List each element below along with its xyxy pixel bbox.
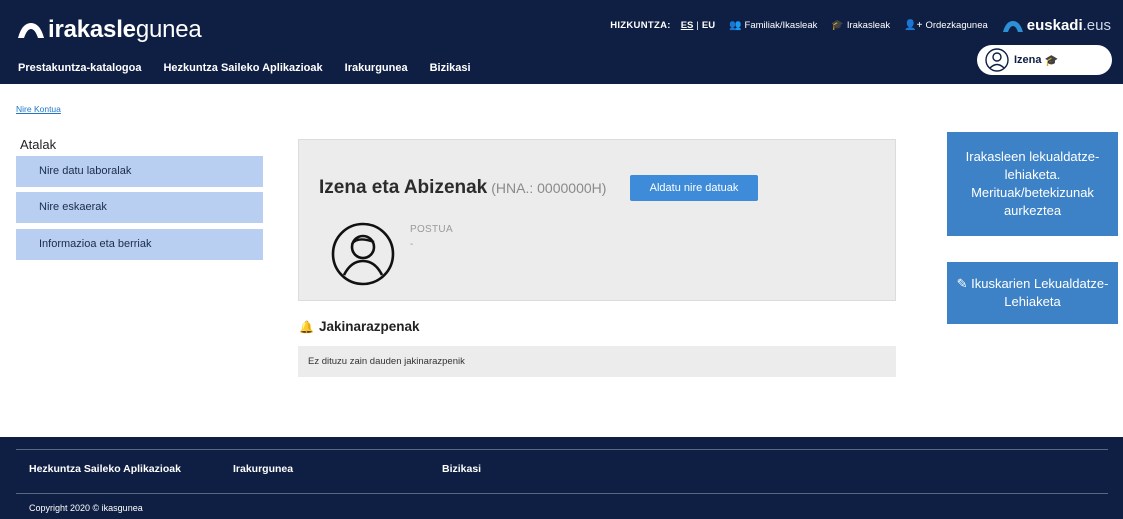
link-teachers-label: Irakasleak <box>846 20 891 31</box>
footer-divider-bottom <box>16 493 1108 494</box>
euskadi-text: euskadi <box>1026 17 1083 34</box>
graduation-cap-icon: 🎓 <box>831 20 844 31</box>
footer-divider-top <box>16 449 1108 450</box>
link-substitutes[interactable]: 👤+ Ordezkagunea <box>904 20 988 31</box>
graduation-cap-icon: 🎓 <box>1044 54 1059 67</box>
nav-irakurgunea[interactable]: Irakurgunea <box>345 62 408 74</box>
edit-data-button[interactable]: Aldatu nire datuak <box>630 175 758 201</box>
profile-name: Izena eta Abizenak (HNA.: 0000000H) <box>319 177 606 199</box>
notifications-title: Jakinarazpenak <box>318 319 420 334</box>
lang-separator: | <box>696 20 699 31</box>
nav-bizikasi[interactable]: Bizikasi <box>430 62 471 74</box>
post-value: - <box>410 239 414 250</box>
top-utility-bar: HIZKUNTZA: ES | EU 👥 Familiak/Ikasleak 🎓… <box>610 17 1111 34</box>
logo-text-bold: irakasle <box>48 16 136 43</box>
footer-link-bizikasi[interactable]: Bizikasi <box>442 463 481 475</box>
link-families[interactable]: 👥 Familiak/Ikasleak <box>729 20 817 31</box>
inspectors-contest-content: ✎ Ikuskarien Lekualdatze-Lehiaketa <box>955 275 1110 311</box>
euskadi-suffix: .eus <box>1082 17 1111 34</box>
profile-card: Izena eta Abizenak (HNA.: 0000000H) Aldat… <box>298 139 896 301</box>
sidebar-item-requests[interactable]: Nire eskaerak <box>16 192 263 223</box>
users-icon: 👥 <box>729 20 742 31</box>
breadcrumb-my-account[interactable]: Nire Kontua <box>16 104 61 114</box>
profile-avatar-icon <box>331 222 395 286</box>
footer-link-apps[interactable]: Hezkuntza Saileko Aplikazioak <box>29 463 181 475</box>
euskadi-logo[interactable]: euskadi .eus <box>1002 17 1111 34</box>
nav-apps[interactable]: Hezkuntza Saileko Aplikazioak <box>163 62 322 74</box>
copyright: Copyright 2020 © ikasgunea <box>29 503 143 513</box>
sidebar-title: Atalak <box>20 137 57 152</box>
logo-mark-icon <box>18 23 44 38</box>
user-menu-button[interactable]: Izena 🎓 <box>977 45 1112 75</box>
footer-link-irakurgunea[interactable]: Irakurgunea <box>233 463 293 475</box>
site-header: irakasle gunea HIZKUNTZA: ES | EU 👥 Famil… <box>0 0 1123 84</box>
site-logo[interactable]: irakasle gunea <box>16 16 202 44</box>
user-plus-icon: 👤+ <box>904 20 923 31</box>
profile-hna: (HNA.: 0000000H) <box>491 180 607 196</box>
site-footer: Hezkuntza Saileko Aplikazioak Irakurgune… <box>0 437 1123 519</box>
inspectors-contest-tile[interactable]: ✎ Ikuskarien Lekualdatze-Lehiaketa <box>947 262 1118 324</box>
logo-text-light: gunea <box>135 16 202 43</box>
transfer-contest-tile[interactable]: Irakasleen lekualdatze-lehiaketa. Meritu… <box>947 132 1118 236</box>
link-families-label: Familiak/Ikasleak <box>744 20 818 31</box>
profile-full-name: Izena eta Abizenak <box>319 177 488 198</box>
lang-es[interactable]: ES <box>681 20 694 31</box>
sidebar-item-news[interactable]: Informazioa eta berriak <box>16 229 263 260</box>
link-teachers[interactable]: 🎓 Irakasleak <box>831 20 890 31</box>
notifications-empty-message: Ez dituzu zain dauden jakinarazpenik <box>298 346 896 377</box>
euskadi-mark-icon <box>1002 20 1023 32</box>
bell-icon: 🔔 <box>299 319 314 334</box>
sidebar-item-work-data[interactable]: Nire datu laboralak <box>16 156 263 187</box>
link-substitutes-label: Ordezkagunea <box>925 20 988 31</box>
transfer-contest-label: Irakasleen lekualdatze-lehiaketa. Meritu… <box>965 149 1100 218</box>
post-label: POSTUA <box>410 224 453 235</box>
user-avatar-icon <box>985 48 1009 72</box>
nav-catalog[interactable]: Prestakuntza-katalogoa <box>18 62 141 74</box>
main-nav: Prestakuntza-katalogoa Hezkuntza Saileko… <box>18 62 471 74</box>
notifications-heading: 🔔 Jakinarazpenak <box>299 319 420 334</box>
user-name-label: Izena <box>1014 54 1042 66</box>
lang-eu[interactable]: EU <box>702 20 715 31</box>
edit-icon: ✎ <box>956 276 968 292</box>
inspectors-contest-label: Ikuskarien Lekualdatze-Lehiaketa <box>971 276 1109 309</box>
language-label: HIZKUNTZA: <box>610 20 671 31</box>
